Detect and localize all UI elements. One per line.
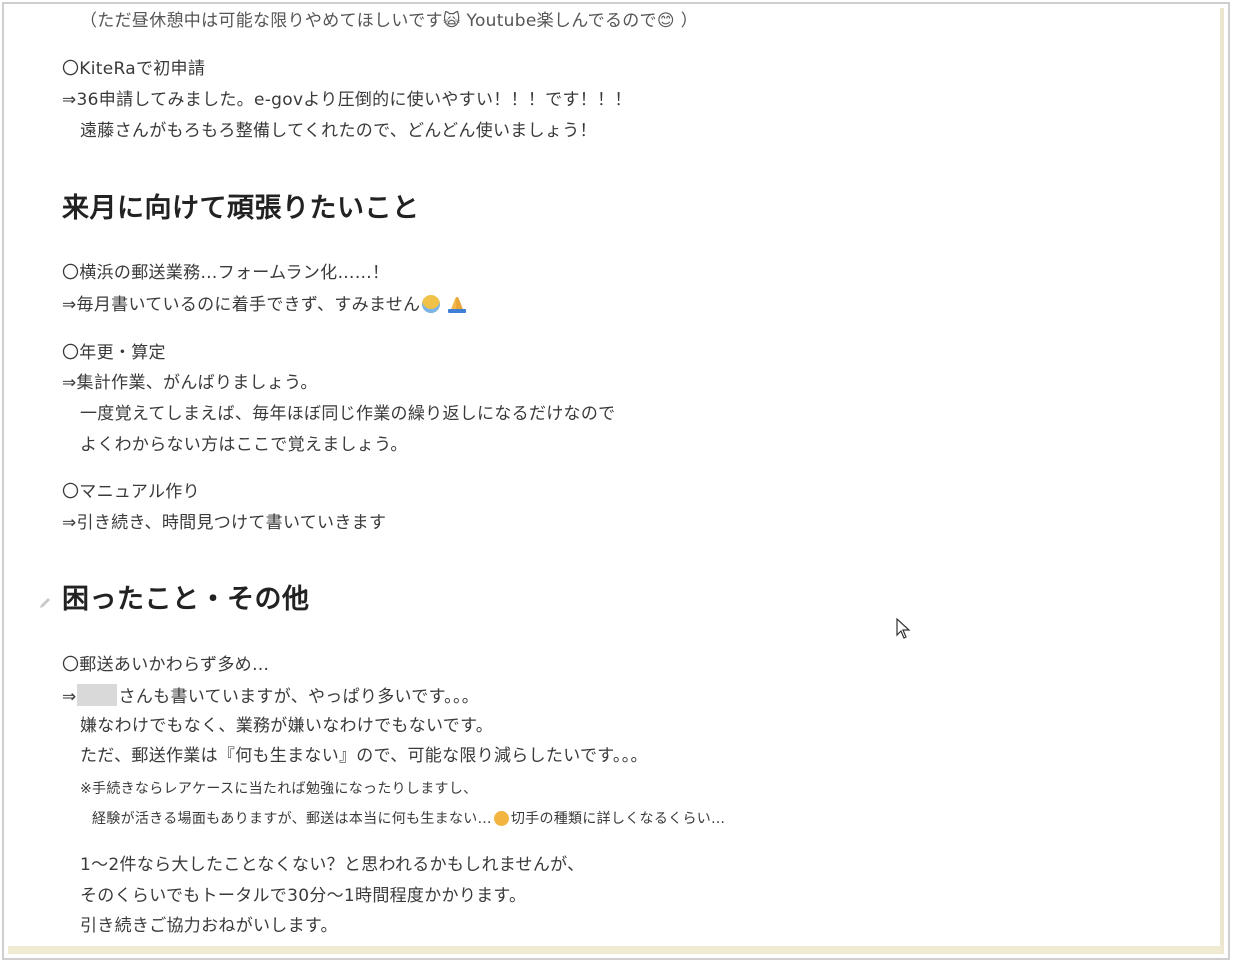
text-line-kitera: 〇KiteRaで初申請 [62, 59, 206, 79]
text-line-apology: ⇒毎月書いているのに着手できず、すみません [62, 293, 468, 316]
text-line-yokohama-mail: 〇横浜の郵送業務…フォームラン化……！ [62, 263, 390, 283]
screen-frame: （ただ昼休憩中は可能な限りやめてほしいです🙀 Youtube楽しんでるので😊 ）… [2, 2, 1230, 960]
text-line-manual: 〇マニュアル作り [62, 482, 200, 502]
section-heading-next-month: 来月に向けて頑張りたいこと [62, 193, 420, 224]
text-note-experience-label: 経験が活きる場面もありますが、郵送は本当に何も生まない… [92, 811, 492, 827]
frame-bottom-edge [8, 946, 1222, 954]
text-note-stamp-label: 切手の種類に詳しくなるくらい… [510, 811, 726, 827]
section-heading-troubles: 困ったこと・その他 [62, 584, 310, 615]
text-line-mail-still-many: ⇒ さんも書いていますが、やっぱり多いです。。。 [62, 684, 479, 708]
text-line-cooperation: 引き続きご協力おねがいします。 [80, 916, 338, 936]
text-line-note-experience: 経験が活きる場面もありますが、郵送は本当に何も生まない… 切手の種類に詳しくなるく… [92, 810, 725, 828]
text-line-reduce-mail: ただ、郵送作業は『何も生まない』ので、可能な限り減らしたいです。。。 [80, 746, 648, 766]
text-apology-label: ⇒毎月書いているのに着手できず、すみません [62, 295, 421, 315]
text-line-note-rare-case: ※手続きならレアケースに当たれば勉強になったりしますし、 [80, 781, 478, 797]
text-line-remember-once: 一度覚えてしまえば、毎年ほぼ同じ作業の繰り返しになるだけなので [80, 404, 616, 424]
text-line-one-or-two: 1～2件なら大したことなくない？と思われるかもしれませんが、 [80, 855, 585, 875]
text-line-mail-many: 〇郵送あいかわらず多め… [62, 655, 270, 675]
text-arrow: ⇒ [62, 687, 77, 707]
text-line-aggregation: ⇒集計作業、がんばりましょう。 [62, 373, 318, 393]
disappointed-face-emoji-icon [493, 811, 509, 826]
text-line-learn-here: よくわからない方はここで覚えましょう。 [80, 435, 408, 455]
text-line-continue-writing: ⇒引き続き、時間見つけて書いていきます [62, 513, 387, 533]
document-body: （ただ昼休憩中は可能な限りやめてほしいです🙀 Youtube楽しんでるので😊 ）… [4, 4, 1228, 958]
folded-hands-emoji-icon [448, 297, 467, 313]
text-mail-still-many-label: さんも書いていますが、やっぱり多いです。。。 [118, 687, 480, 707]
frame-right-edge [1220, 8, 1224, 954]
text-line-nenko-santei: 〇年更・算定 [62, 343, 166, 363]
text-line-not-dislike: 嫌なわけでもなく、業務が嫌いなわけでもないです。 [80, 716, 493, 736]
text-line-30-minutes: そのくらいでもトータルで30分～1時間程度かかります。 [80, 886, 527, 906]
text-line-36-application: ⇒36申請してみました。e-govより圧倒的に使いやすい！！！です！！！ [62, 90, 632, 110]
mouse-cursor-icon [896, 618, 911, 639]
redacted-name [76, 684, 117, 706]
text-line-endo-setup: 遠藤さんがもろもろ整備してくれたので、どんどん使いましょう！ [80, 121, 597, 141]
crying-face-emoji-icon [422, 295, 441, 313]
pencil-icon[interactable] [38, 596, 52, 610]
text-line-lunch-note: （ただ昼休憩中は可能な限りやめてほしいです🙀 Youtube楽しんでるので😊 ） [80, 11, 698, 31]
